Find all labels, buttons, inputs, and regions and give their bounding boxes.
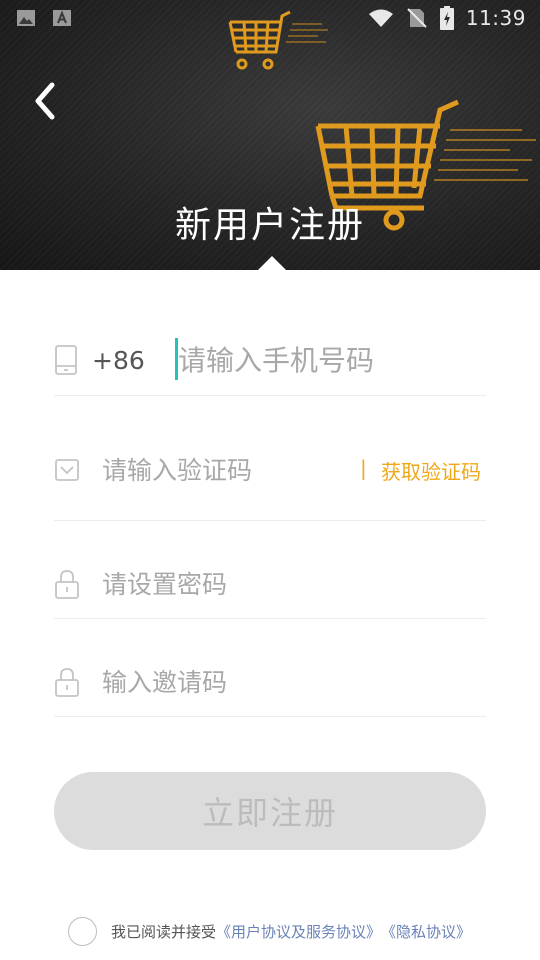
back-button[interactable] bbox=[28, 80, 64, 122]
verification-code-input[interactable] bbox=[102, 448, 352, 492]
lock-icon bbox=[55, 668, 79, 697]
battery-charging-icon bbox=[439, 6, 454, 30]
password-input[interactable] bbox=[102, 562, 482, 606]
register-button[interactable]: 立即注册 bbox=[54, 772, 486, 850]
page-title: 新用户注册 bbox=[174, 205, 365, 246]
status-bar: 11:39 bbox=[0, 0, 540, 36]
verification-row: | 获取验证码 bbox=[54, 432, 486, 521]
agreement-checkbox[interactable] bbox=[68, 916, 97, 946]
phone-input[interactable] bbox=[178, 338, 478, 382]
invite-code-input[interactable] bbox=[102, 660, 482, 704]
agreement-row: 我已阅读并接受 《用户协议及服务协议》 《隐私协议》 bbox=[68, 916, 471, 946]
status-time: 11:39 bbox=[465, 6, 526, 30]
password-row bbox=[54, 548, 486, 619]
header-pointer bbox=[258, 256, 286, 270]
lock-icon bbox=[55, 570, 79, 599]
text-a-icon bbox=[53, 10, 71, 26]
phone-row: +86 bbox=[54, 322, 486, 396]
code-separator: | bbox=[360, 456, 367, 480]
phone-icon bbox=[55, 345, 77, 375]
privacy-policy-link[interactable]: 《隐私协议》 bbox=[381, 921, 471, 942]
header-banner: 11:39 新用户注册 bbox=[0, 0, 540, 270]
invite-row bbox=[54, 646, 486, 717]
get-code-button[interactable]: 获取验证码 bbox=[381, 456, 481, 485]
no-sim-icon bbox=[407, 8, 427, 28]
chevron-left-icon bbox=[35, 82, 55, 120]
agreement-text: 我已阅读并接受 bbox=[111, 922, 217, 941]
country-code[interactable]: +86 bbox=[92, 346, 145, 375]
image-icon bbox=[17, 10, 35, 26]
message-icon bbox=[55, 459, 79, 481]
user-agreement-link[interactable]: 《用户协议及服务协议》 bbox=[216, 921, 381, 942]
wifi-icon bbox=[368, 9, 393, 27]
